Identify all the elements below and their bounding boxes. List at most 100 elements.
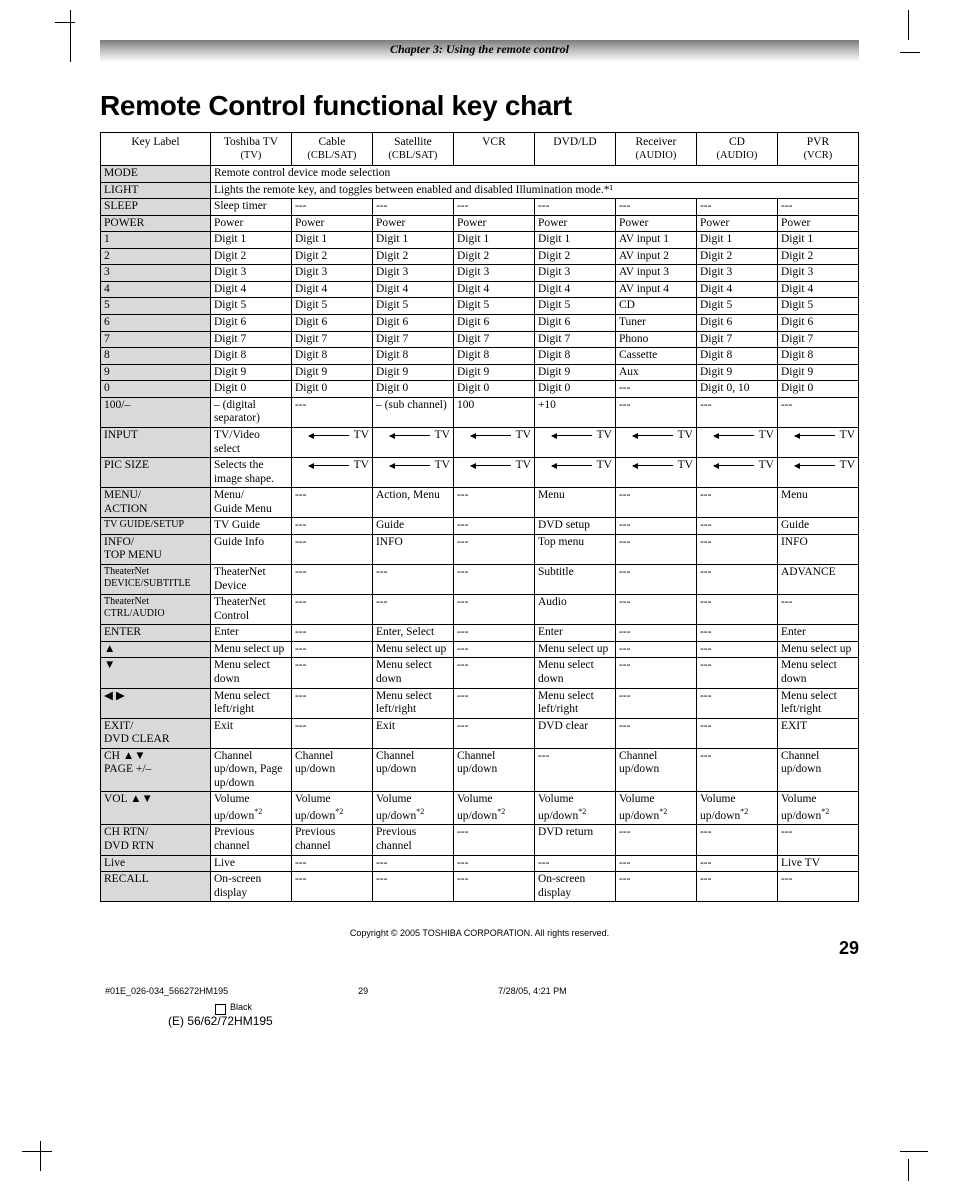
color-swatch-icon	[215, 1004, 226, 1015]
data-cell: AV input 3	[615, 265, 696, 282]
data-cell: Digit 5	[210, 298, 291, 315]
data-cell: Menu select left/right	[777, 688, 858, 718]
data-cell: Digit 0	[453, 381, 534, 398]
page-title: Remote Control functional key chart	[100, 90, 859, 122]
data-cell: ---	[372, 199, 453, 216]
data-cell: ---	[291, 595, 372, 625]
arrow-left-icon	[471, 465, 511, 466]
data-cell: Menu select up	[210, 641, 291, 658]
data-cell: ---	[615, 381, 696, 398]
data-cell: ---	[615, 595, 696, 625]
data-cell: Digit 7	[534, 331, 615, 348]
data-cell: Volume up/down*2	[534, 792, 615, 825]
data-cell: Top menu	[534, 534, 615, 564]
data-cell: Digit 8	[210, 348, 291, 365]
key-label-cell: PIC SIZE	[101, 458, 211, 488]
data-cell: ---	[453, 625, 534, 642]
key-label-cell: LIGHT	[101, 182, 211, 199]
data-cell: ---	[696, 199, 777, 216]
data-cell: Guide	[777, 518, 858, 535]
data-cell: Digit 5	[534, 298, 615, 315]
data-cell: Digit 4	[696, 281, 777, 298]
data-cell: ---	[696, 397, 777, 427]
data-cell: ---	[453, 855, 534, 872]
data-cell: ---	[777, 825, 858, 855]
data-cell: Digit 6	[210, 315, 291, 332]
data-cell: Menu select down	[210, 658, 291, 688]
data-cell: TV	[615, 458, 696, 488]
data-cell: 100	[453, 397, 534, 427]
table-row: 8Digit 8Digit 8Digit 8Digit 8Digit 8Cass…	[101, 348, 859, 365]
data-cell: Selects the image shape.	[210, 458, 291, 488]
data-cell: ---	[453, 565, 534, 595]
key-label-cell: ▲	[101, 641, 211, 658]
table-row: TheaterNet CTRL/AUDIOTheaterNet Control-…	[101, 595, 859, 625]
data-cell: Previous channel	[372, 825, 453, 855]
data-cell: Menu select left/right	[372, 688, 453, 718]
crop-mark	[900, 1141, 940, 1181]
data-cell: Digit 1	[453, 232, 534, 249]
key-label-cell: 2	[101, 248, 211, 265]
data-cell: – (sub channel)	[372, 397, 453, 427]
data-cell: Digit 2	[372, 248, 453, 265]
column-header: CD(AUDIO)	[696, 133, 777, 166]
arrow-left-icon	[309, 435, 349, 436]
data-cell: Menu select up	[534, 641, 615, 658]
data-cell: Digit 2	[534, 248, 615, 265]
key-label-cell: SLEEP	[101, 199, 211, 216]
data-cell: Digit 7	[453, 331, 534, 348]
data-cell: Digit 6	[696, 315, 777, 332]
arrow-left-icon	[552, 465, 592, 466]
data-cell: TV	[696, 458, 777, 488]
table-row: EXIT/DVD CLEARExit---Exit---DVD clear---…	[101, 718, 859, 748]
data-cell: Digit 2	[777, 248, 858, 265]
data-cell: Digit 9	[210, 364, 291, 381]
key-label-cell: INFO/TOP MENU	[101, 534, 211, 564]
data-cell: ---	[534, 748, 615, 792]
data-cell: ---	[696, 718, 777, 748]
data-cell: ---	[453, 534, 534, 564]
model-code: (E) 56/62/72HM195	[100, 1014, 859, 1028]
data-cell: TV	[372, 458, 453, 488]
table-row: ▲Menu select up---Menu select up---Menu …	[101, 641, 859, 658]
arrow-left-icon	[471, 435, 511, 436]
key-label-cell: 9	[101, 364, 211, 381]
data-cell: Exit	[210, 718, 291, 748]
table-row: 5Digit 5Digit 5Digit 5Digit 5Digit 5CDDi…	[101, 298, 859, 315]
arrow-left-icon	[714, 435, 754, 436]
data-cell: Digit 9	[534, 364, 615, 381]
data-cell: ---	[615, 565, 696, 595]
key-label-cell: MODE	[101, 165, 211, 182]
data-cell: Digit 9	[696, 364, 777, 381]
data-cell: Power	[696, 215, 777, 232]
data-cell: ---	[696, 855, 777, 872]
data-cell: ---	[696, 488, 777, 518]
data-cell: TV	[291, 458, 372, 488]
key-label-cell: CH ▲▼PAGE +/–	[101, 748, 211, 792]
data-cell: Digit 8	[453, 348, 534, 365]
data-cell: ---	[291, 565, 372, 595]
data-cell: Volume up/down*2	[210, 792, 291, 825]
data-cell: ---	[291, 855, 372, 872]
copyright: Copyright © 2005 TOSHIBA CORPORATION. Al…	[100, 928, 859, 938]
data-cell: Channel up/down	[291, 748, 372, 792]
crop-mark	[30, 1141, 70, 1181]
data-cell: Previous channel	[291, 825, 372, 855]
data-cell: INFO	[777, 534, 858, 564]
data-cell: Digit 3	[372, 265, 453, 282]
data-cell: ---	[291, 488, 372, 518]
data-cell: Volume up/down*2	[291, 792, 372, 825]
data-cell: Digit 3	[534, 265, 615, 282]
data-cell: +10	[534, 397, 615, 427]
data-cell: Digit 6	[291, 315, 372, 332]
table-row: ▼Menu select down---Menu select down---M…	[101, 658, 859, 688]
data-cell: Digit 4	[372, 281, 453, 298]
data-cell: ---	[615, 641, 696, 658]
data-cell: ---	[291, 641, 372, 658]
key-chart-table: Key LabelToshiba TV(TV)Cable(CBL/SAT)Sat…	[100, 132, 859, 902]
data-cell: ---	[291, 658, 372, 688]
data-cell: Phono	[615, 331, 696, 348]
data-cell: TV	[453, 427, 534, 457]
data-cell: Menu select down	[777, 658, 858, 688]
imposition-line: #01E_026-034_566272HM195 29 7/28/05, 4:2…	[100, 986, 859, 996]
